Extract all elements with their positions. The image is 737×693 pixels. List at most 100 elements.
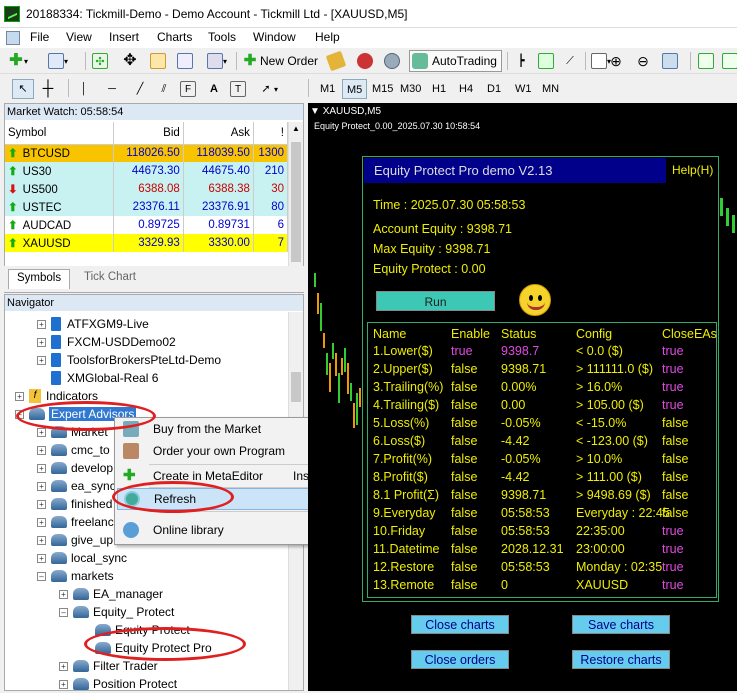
market-watch-row[interactable]: ⬆ US30 44673.30 44675.40 210 [5, 162, 289, 180]
save-charts-button[interactable]: Save charts [572, 615, 670, 634]
cell-spread: 6 [253, 216, 289, 234]
rule-status: -4.42 [501, 470, 530, 484]
cell-bid: 0.89725 [113, 216, 184, 234]
navigator-item-folder[interactable]: + develop [37, 459, 113, 477]
market-watch-scrollbar[interactable]: ▲ [288, 122, 303, 268]
menu-charts[interactable]: Charts [157, 30, 192, 44]
navigator-item-account[interactable]: + ATFXGM9-Live [37, 315, 149, 333]
zoom-out-button[interactable]: ⊖ [635, 51, 651, 71]
column-ask[interactable]: Ask [183, 122, 254, 145]
rule-enable: false [451, 380, 478, 394]
profiles-button[interactable]: ▾ [48, 51, 68, 71]
horizontal-line-button[interactable]: ─ [104, 79, 120, 99]
navigator-item-folder[interactable]: + give_up [37, 531, 113, 549]
timeframe-mn[interactable]: MN [538, 79, 563, 99]
autoscroll-button[interactable] [698, 51, 714, 71]
bar-chart-button[interactable]: ┝ [513, 51, 529, 71]
help-button[interactable]: Help(H) [672, 163, 713, 177]
column-spread[interactable]: ! [253, 122, 289, 145]
timeframe-w1[interactable]: W1 [511, 79, 536, 99]
text-tool-button[interactable]: A [206, 79, 222, 99]
menu-order-program[interactable]: Order your own Program [117, 440, 333, 462]
navigator-item-account[interactable]: + FXCM-USDDemo02 [37, 333, 176, 351]
tab-tick-chart[interactable]: Tick Chart [76, 269, 144, 289]
rule-name: 10.Friday [373, 524, 426, 538]
market-watch-table: Symbol Bid Ask ! ⬆ BTCUSD 118026.50 118039.… [5, 122, 289, 252]
column-symbol[interactable]: Symbol [5, 122, 114, 145]
navigator-button[interactable] [150, 51, 166, 71]
vertical-line-button[interactable]: │ [76, 79, 92, 99]
candlestick-button[interactable] [538, 51, 554, 71]
run-button[interactable]: Run [376, 291, 495, 311]
chart-shift-button[interactable] [722, 51, 737, 71]
scrollbar-thumb[interactable] [291, 372, 301, 402]
new-order-button[interactable]: ✚ New Order [242, 51, 318, 71]
column-bid[interactable]: Bid [113, 122, 184, 145]
new-chart-button[interactable]: ✚ ▾ [8, 51, 28, 71]
fibonacci-button[interactable]: F [180, 79, 196, 99]
navigator-item-folder[interactable]: – markets [37, 567, 114, 585]
chart-window-icon[interactable] [6, 31, 20, 45]
navigator-item-folder[interactable]: – Equity_ Protect [59, 603, 174, 621]
market-watch-row[interactable]: ⬆ AUDCAD 0.89725 0.89731 6 [5, 216, 289, 234]
navigator-item-folder[interactable]: + freelanc [37, 513, 114, 531]
market-watch-row[interactable]: ⬆ XAUUSD 3329.93 3330.00 7 [5, 234, 289, 252]
timeframe-h4[interactable]: H4 [455, 79, 477, 99]
autoscroll-icon [698, 53, 714, 69]
timeframe-m15[interactable]: M15 [368, 79, 397, 99]
chart-subtitle: Equity Protect_0.00_2025.07.30 10:58:54 [314, 121, 481, 131]
menu-window[interactable]: Window [253, 30, 296, 44]
rule-config: > 10.0% [576, 452, 623, 466]
timeframe-m30[interactable]: M30 [396, 79, 425, 99]
timeframe-d1[interactable]: D1 [483, 79, 505, 99]
metaeditor-button[interactable] [325, 50, 347, 72]
navigator-item-folder[interactable]: + Position Protect [59, 675, 177, 693]
rule-config: < -123.00 ($) [576, 434, 648, 448]
cursor-button[interactable]: ↖ [12, 79, 34, 99]
navigator-item-account[interactable]: XMGlobal-Real 6 [51, 369, 158, 387]
navigator-item-folder[interactable]: + local_sync [37, 549, 127, 567]
menu-insert[interactable]: Insert [109, 30, 139, 44]
data-window-button[interactable]: ✥ [122, 51, 138, 71]
trendline-button[interactable]: ╱ [132, 79, 148, 99]
market-watch-row[interactable]: ⬇ US500 6388.08 6388.38 30 [5, 180, 289, 198]
crosshair-tool-button[interactable]: ┼ [40, 79, 56, 99]
timeframe-h1[interactable]: H1 [428, 79, 450, 99]
timeframe-m5[interactable]: M5 [342, 79, 368, 99]
terminal-button[interactable] [177, 51, 193, 71]
navigator-item-folder[interactable]: + cmc_to [37, 441, 110, 459]
channel-button[interactable]: ⫽ [156, 79, 172, 99]
scrollbar-thumb[interactable] [291, 142, 301, 262]
market-watch-button[interactable]: ✣ [92, 51, 108, 71]
timeframe-m1[interactable]: M1 [316, 79, 339, 99]
menu-tools[interactable]: Tools [208, 30, 236, 44]
close-orders-button[interactable]: Close orders [411, 650, 509, 669]
restore-charts-button[interactable]: Restore charts [572, 650, 670, 669]
market-watch-row[interactable]: ⬆ BTCUSD 118026.50 118039.50 1300 [5, 144, 289, 162]
market-button[interactable] [357, 51, 373, 71]
bar-chart-icon: ┝ [517, 55, 525, 67]
line-chart-button[interactable]: ⟋ [562, 51, 578, 71]
close-charts-button[interactable]: Close charts [411, 615, 509, 634]
autotrading-button[interactable]: AutoTrading [409, 50, 502, 72]
tab-symbols[interactable]: Symbols [8, 269, 71, 289]
market-watch-row[interactable]: ⬆ USTEC 23376.11 23376.91 80 [5, 198, 289, 216]
menu-online-library[interactable]: Online library [117, 519, 333, 541]
strategy-tester-button[interactable]: ▾ [207, 51, 227, 71]
cell-symbol: ⬇ US500 [5, 180, 114, 198]
navigator-item-folder[interactable]: + ea_sync [37, 477, 116, 495]
cell-symbol: ⬆ USTEC [5, 198, 114, 216]
menu-help[interactable]: Help [315, 30, 340, 44]
tile-icon [662, 53, 678, 69]
menu-file[interactable]: File [30, 30, 49, 44]
signals-button[interactable] [384, 51, 400, 71]
navigator-item-account[interactable]: + ToolsforBrokersPteLtd-Demo [37, 351, 221, 369]
navigator-item-folder[interactable]: + EA_manager [59, 585, 163, 603]
arrows-button[interactable]: ➚ ▾ [258, 79, 278, 99]
rule-enable: false [451, 452, 478, 466]
zoom-in-button[interactable]: ⊕ [608, 51, 624, 71]
tile-windows-button[interactable] [662, 51, 678, 71]
menu-view[interactable]: View [66, 30, 92, 44]
navigator-item-folder[interactable]: + finished [37, 495, 112, 513]
label-tool-button[interactable]: T [230, 79, 246, 99]
